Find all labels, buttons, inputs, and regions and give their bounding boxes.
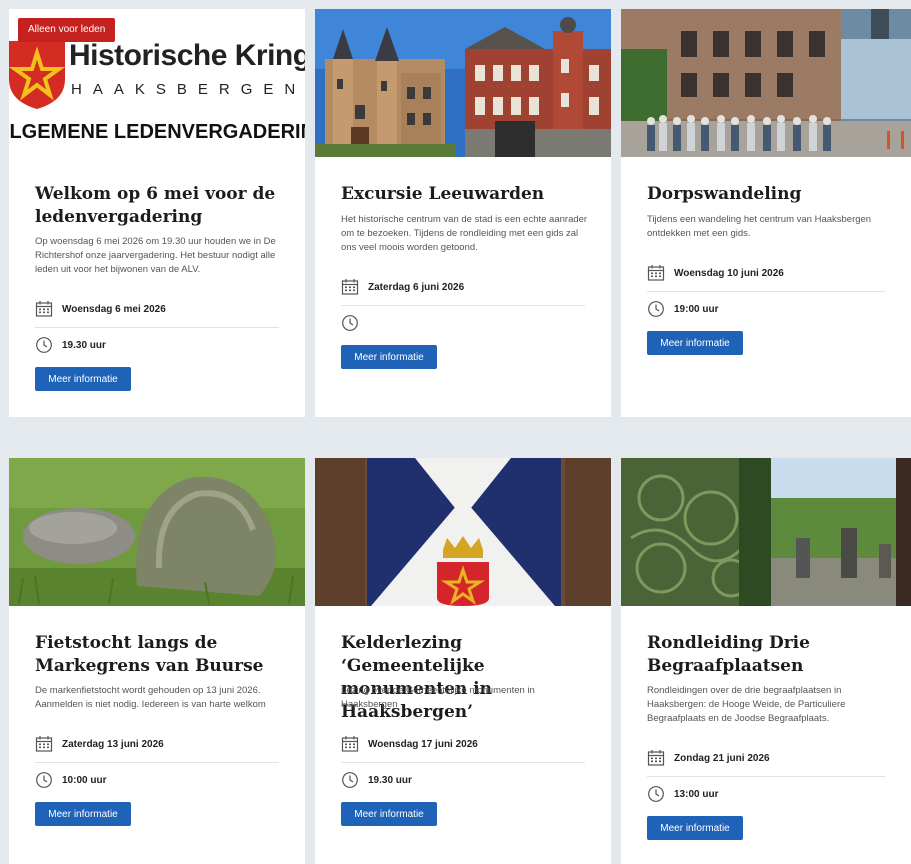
event-card-begraafplaatsen: Rondleiding Drie Begraafplaatsen Rondlei… — [621, 458, 911, 864]
calendar-icon — [647, 265, 665, 281]
event-date-text: Zaterdag 13 juni 2026 — [62, 738, 164, 750]
boundary-stones-photo-icon — [9, 458, 305, 606]
clock-icon — [342, 315, 358, 331]
card-title[interactable]: Fietstocht langs de Markegrens van Buurs… — [35, 632, 285, 678]
members-only-badge: Alleen voor leden — [18, 18, 116, 42]
more-info-button[interactable]: Meer informatie — [647, 331, 743, 355]
event-card-kelderlezing: Kelderlezing ‘Gemeentelijke monumenten i… — [315, 458, 611, 864]
more-info-button[interactable]: Meer informatie — [647, 816, 743, 840]
card-image-boundary-stones — [9, 458, 305, 606]
calendar-icon — [341, 736, 359, 752]
cemetery-gate-photo-icon — [621, 458, 911, 606]
historic-buildings-photo-icon — [315, 9, 611, 157]
event-date: Woensdag 6 mei 2026 — [35, 297, 279, 321]
event-date-text: Woensdag 10 juni 2026 — [674, 267, 784, 279]
card-description: Het historische centrum van de stad is e… — [341, 214, 588, 253]
event-time-text: 13:00 uur — [674, 788, 719, 800]
event-time-text: 19.30 uur — [368, 774, 412, 786]
calendar-icon — [341, 279, 359, 295]
card-image-historic-buildings — [315, 9, 611, 157]
card-image-coat-of-arms — [315, 458, 611, 606]
event-date: Zondag 21 juni 2026 — [647, 746, 885, 770]
event-card-dorpswandeling: Dorpswandeling Tijdens een wandeling het… — [621, 9, 911, 417]
calendar-icon — [35, 736, 53, 752]
event-time-text: 19.30 uur — [62, 339, 106, 351]
event-time: 19.30 uur — [35, 333, 279, 357]
event-time: 10:00 uur — [35, 768, 279, 792]
event-time-text: 10:00 uur — [62, 774, 107, 786]
coat-of-arms-photo-icon — [315, 458, 611, 606]
card-title[interactable]: Excursie Leeuwarden — [341, 183, 591, 206]
card-image-walking-group — [621, 9, 911, 157]
card-description: Rondleidingen over de drie begraafplaats… — [647, 685, 846, 724]
event-time-text: 19:00 uur — [674, 303, 719, 315]
event-time — [341, 311, 585, 335]
event-date-text: Zondag 21 juni 2026 — [674, 752, 770, 764]
card-title[interactable]: Dorpswandeling — [647, 183, 891, 206]
calendar-icon — [647, 750, 665, 766]
more-info-button[interactable]: Meer informatie — [35, 802, 131, 826]
clock-icon — [342, 772, 358, 788]
divider — [341, 762, 585, 763]
event-time: 19:00 uur — [647, 297, 885, 321]
logo-place: HAAKSBERGEN — [71, 81, 305, 98]
more-info-button[interactable]: Meer informatie — [35, 367, 131, 391]
event-date: Woensdag 10 juni 2026 — [647, 261, 885, 285]
divider — [647, 291, 885, 292]
event-card-excursie-leeuwarden: Excursie Leeuwarden Het historische cent… — [315, 9, 611, 417]
divider — [35, 762, 279, 763]
clock-icon — [36, 337, 52, 353]
card-image-cemetery-gate — [621, 458, 911, 606]
card-description: De markenfietstocht wordt gehouden op 13… — [35, 685, 266, 710]
clock-icon — [648, 786, 664, 802]
more-info-button[interactable]: Meer informatie — [341, 345, 437, 369]
clock-icon — [648, 301, 664, 317]
event-date: Woensdag 17 juni 2026 — [341, 732, 585, 756]
logo-banner-text: ALGEMENE LEDENVERGADERING — [9, 121, 305, 143]
card-title[interactable]: Rondleiding Drie Begraafplaatsen — [647, 632, 891, 678]
event-card-fietstocht: Fietstocht langs de Markegrens van Buurs… — [9, 458, 305, 864]
calendar-icon — [35, 301, 53, 317]
event-date: Zaterdag 13 juni 2026 — [35, 732, 279, 756]
more-info-button[interactable]: Meer informatie — [341, 802, 437, 826]
clock-icon — [36, 772, 52, 788]
event-date-text: Woensdag 6 mei 2026 — [62, 303, 166, 315]
divider — [647, 776, 885, 777]
event-time: 13:00 uur — [647, 782, 885, 806]
event-card-ledenvergadering: Historische Kring HAAKSBERGEN ALGEMENE L… — [9, 9, 305, 417]
card-description: Op woensdag 6 mei 2026 om 19.30 uur houd… — [35, 236, 276, 275]
walking-group-photo-icon — [621, 9, 911, 157]
event-date-text: Zaterdag 6 juni 2026 — [368, 281, 465, 293]
event-date: Zaterdag 6 juni 2026 — [341, 275, 585, 299]
card-title[interactable]: Welkom op 6 mei voor de ledenvergadering — [35, 183, 285, 229]
divider — [35, 327, 279, 328]
divider — [341, 305, 585, 306]
card-description: Tijdens een wandeling het centrum van Ha… — [647, 214, 872, 239]
card-description: Lezing over de Gemeentelijke monumenten … — [341, 685, 535, 710]
event-date-text: Woensdag 17 juni 2026 — [368, 738, 478, 750]
logo-name: Historische Kring — [69, 39, 305, 72]
event-time: 19.30 uur — [341, 768, 585, 792]
